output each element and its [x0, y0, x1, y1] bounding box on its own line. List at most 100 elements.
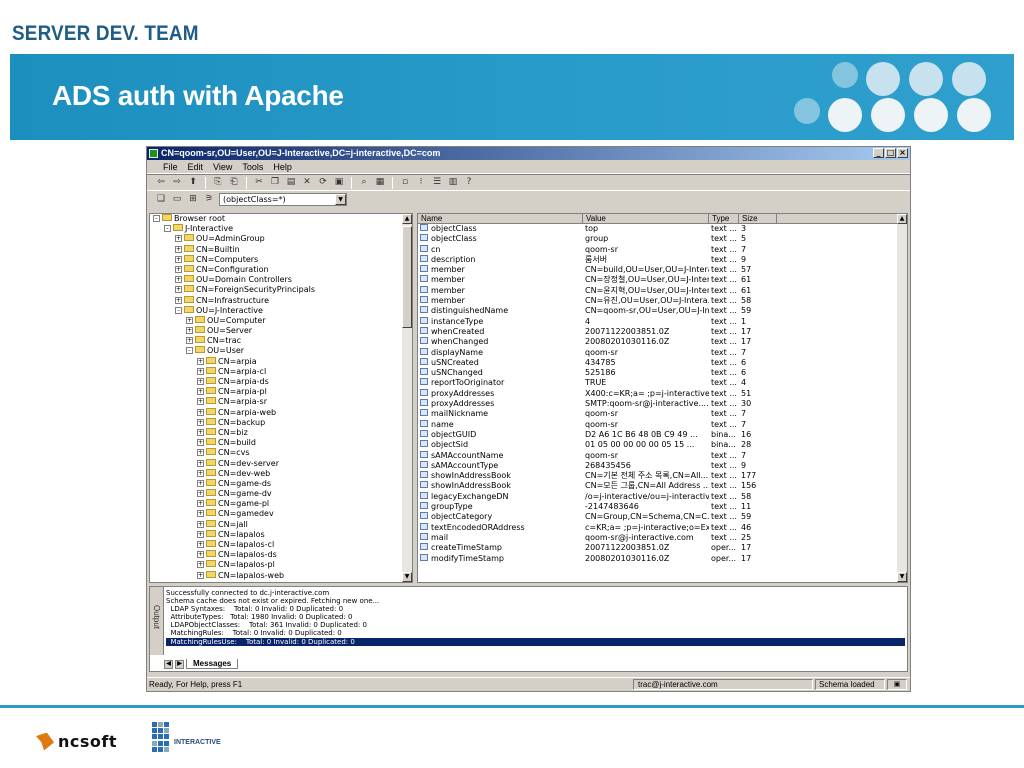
output-line[interactable]: LDAPObjectClasses: Total: 361 Invalid: 0…: [166, 621, 905, 629]
menu-edit[interactable]: Edit: [188, 162, 204, 173]
output-line[interactable]: AttributeTypes: Total: 1980 Invalid: 0 D…: [166, 613, 905, 621]
list-item[interactable]: description 룸서버 text ... 9: [418, 254, 907, 265]
expand-icon[interactable]: +: [197, 571, 204, 579]
expand-icon[interactable]: +: [197, 551, 204, 559]
collapse-icon[interactable]: -: [153, 215, 160, 222]
output-line[interactable]: MatchingRulesUse: Total: 0 Invalid: 0 Du…: [166, 637, 905, 646]
tree-node[interactable]: + OU=Domain Controllers: [150, 275, 412, 285]
tree-node[interactable]: + CN=Builtin: [150, 244, 412, 255]
menu-tools[interactable]: Tools: [242, 162, 263, 173]
list-item[interactable]: member CN=장정철,OU=User,OU=J-Inter... text .…: [418, 275, 907, 285]
expand-icon[interactable]: +: [175, 286, 182, 294]
list-item[interactable]: uSNChanged 525186 text ... 6: [418, 368, 907, 378]
paste-dn-icon[interactable]: ⎗: [228, 177, 240, 188]
up-folder-icon[interactable]: ⬆: [187, 177, 199, 188]
output-line[interactable]: Successfully connected to dc.j-interacti…: [166, 589, 905, 597]
menu-view[interactable]: View: [213, 162, 232, 173]
expand-icon[interactable]: +: [197, 541, 204, 548]
list-item[interactable]: proxyAddresses X400:c=KR;a= ;p=j-interact…: [418, 388, 907, 399]
tree-node[interactable]: + CN=arpia-pl: [150, 387, 412, 397]
minimize-button[interactable]: _: [873, 148, 884, 158]
paste-icon[interactable]: ▤: [285, 177, 297, 188]
list-item[interactable]: showInAddressBook CN=기본 전체 주소 목록,CN=All..…: [418, 471, 907, 481]
tree-node[interactable]: + CN=cvs: [150, 448, 412, 458]
expand-icon[interactable]: +: [197, 510, 204, 518]
tree-node[interactable]: + CN=arpia-sr: [150, 397, 412, 407]
tree-node[interactable]: + CN=gamedev: [150, 509, 412, 519]
expand-icon[interactable]: +: [197, 530, 204, 538]
tab-next-icon[interactable]: ▶: [175, 659, 184, 669]
list-item[interactable]: mail qoom-sr@j-interactive.com text ... 25: [418, 532, 907, 543]
help-icon[interactable]: ?: [463, 177, 475, 188]
filter-icon[interactable]: ⚞: [203, 194, 215, 205]
list-item[interactable]: displayName qoom-sr text ... 7: [418, 347, 907, 358]
tree-node[interactable]: + CN=lapalos-web: [150, 570, 412, 581]
expand-icon[interactable]: +: [186, 327, 193, 335]
tab-prev-icon[interactable]: ◀: [164, 659, 173, 669]
list-item[interactable]: cn qoom-sr text ... 7: [418, 244, 907, 255]
scroll-down-icon[interactable]: ▼: [402, 572, 412, 582]
tree-node[interactable]: + OU=Server: [150, 326, 412, 336]
list-item[interactable]: member CN=build,OU=User,OU=J-Intera... tex…: [418, 265, 907, 275]
list-item[interactable]: member CN=윤지혁,OU=User,OU=J-Inter... text .…: [418, 285, 907, 296]
expand-icon[interactable]: +: [197, 388, 204, 396]
list-item[interactable]: objectGUID D2 A6 1C B6 48 0B C9 49 ... bin…: [418, 429, 907, 440]
expand-icon[interactable]: +: [197, 469, 204, 477]
chevron-down-icon[interactable]: ▼: [335, 194, 346, 205]
tree-node[interactable]: + CN=Computers: [150, 254, 412, 265]
list-item[interactable]: whenChanged 20080201030116.0Z text ... 17: [418, 337, 907, 347]
scroll-thumb[interactable]: [402, 226, 412, 328]
window-titlebar[interactable]: CN=qoom-sr,OU=User,OU=J-Interactive,DC=j…: [147, 147, 910, 160]
tree-node[interactable]: + CN=backup: [150, 417, 412, 428]
collapse-icon[interactable]: -: [175, 306, 182, 314]
tree-node[interactable]: - Browser root: [150, 214, 412, 224]
tree-node[interactable]: + OU=Computer: [150, 315, 412, 326]
expand-icon[interactable]: +: [175, 255, 182, 263]
tree-node[interactable]: + CN=game-dv: [150, 489, 412, 499]
tree-node[interactable]: - OU=User: [150, 346, 412, 356]
expand-icon[interactable]: +: [186, 337, 193, 345]
list-item[interactable]: mailNickname qoom-sr text ... 7: [418, 409, 907, 419]
tree-node[interactable]: + CN=trac: [150, 336, 412, 346]
list-item[interactable]: sAMAccountName qoom-sr text ... 7: [418, 450, 907, 461]
expand-icon[interactable]: +: [197, 418, 204, 426]
expand-icon[interactable]: +: [197, 439, 204, 447]
list-item[interactable]: textEncodedORAddress c=KR;a= ;p=j-interac…: [418, 522, 907, 533]
list-item[interactable]: proxyAddresses SMTP:qoom-sr@j-interactive…: [418, 399, 907, 409]
expand-icon[interactable]: +: [197, 561, 204, 569]
scroll-down-icon[interactable]: ▼: [897, 572, 907, 582]
list-item[interactable]: member CN=유진,OU=User,OU=J-Intera... text .…: [418, 296, 907, 306]
expand-icon[interactable]: +: [197, 520, 204, 528]
tree-node[interactable]: + CN=lapalos: [150, 529, 412, 540]
output-line[interactable]: MatchingRules: Total: 0 Invalid: 0 Dupli…: [166, 629, 905, 637]
expand-icon[interactable]: +: [197, 459, 204, 467]
refresh-icon[interactable]: ⟳: [317, 177, 329, 188]
expand-icon[interactable]: +: [197, 479, 204, 487]
maximize-button[interactable]: □: [885, 148, 896, 158]
list-item[interactable]: objectSid 01 05 00 00 00 00 05 15 ... bina…: [418, 440, 907, 450]
expand-icon[interactable]: +: [175, 296, 182, 304]
expand-icon[interactable]: +: [175, 265, 182, 273]
expand-icon[interactable]: +: [197, 428, 204, 436]
list-item[interactable]: showInAddressBook CN=모든 그룹,CN=All Address…: [418, 481, 907, 491]
search-icon[interactable]: ⌕: [358, 177, 370, 188]
collapse-icon[interactable]: -: [186, 347, 193, 355]
list-item[interactable]: objectCategory CN=Group,CN=Schema,CN=C...…: [418, 512, 907, 522]
large-icons-icon[interactable]: ▫: [399, 177, 411, 188]
expand-icon[interactable]: +: [197, 490, 204, 498]
tree-node[interactable]: + CN=game-ds: [150, 478, 412, 489]
tree-node[interactable]: + CN=biz: [150, 427, 412, 438]
list-item[interactable]: distinguishedName CN=qoom-sr,OU=User,OU=J…: [418, 306, 907, 316]
tree-node[interactable]: + CN=arpia-ds: [150, 377, 412, 387]
cut-icon[interactable]: ✂: [253, 177, 265, 188]
tree-node[interactable]: + CN=jall: [150, 519, 412, 530]
tree-node[interactable]: + CN=dev-web: [150, 468, 412, 479]
list-item[interactable]: createTimeStamp 20071122003851.0Z oper... 1…: [418, 543, 907, 553]
output-line[interactable]: Schema cache does not exist or expired. …: [166, 597, 905, 605]
expand-icon[interactable]: +: [197, 357, 204, 365]
menu-help[interactable]: Help: [273, 162, 292, 173]
new-window-icon[interactable]: ❏: [155, 194, 167, 205]
expand-icon[interactable]: +: [175, 245, 182, 253]
expand-icon[interactable]: +: [197, 378, 204, 385]
list-item[interactable]: sAMAccountType 268435456 text ... 9: [418, 460, 907, 471]
